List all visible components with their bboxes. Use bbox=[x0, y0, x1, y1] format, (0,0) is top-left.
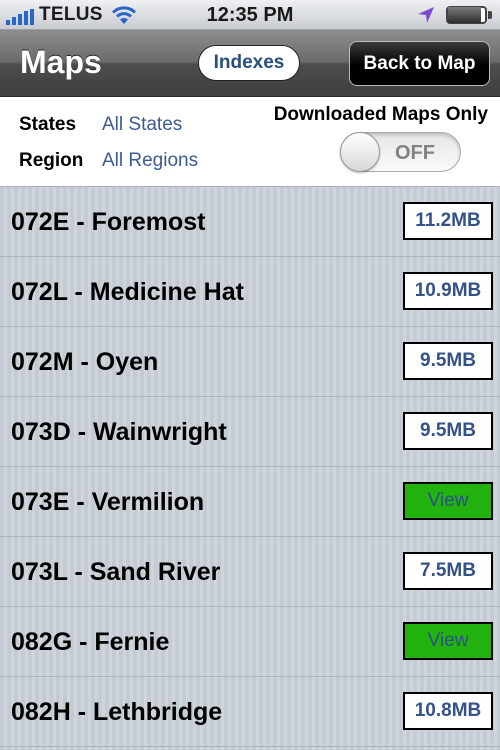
view-map-button[interactable]: View bbox=[403, 482, 493, 520]
map-list-item[interactable]: 072L - Medicine Hat 10.9MB bbox=[0, 257, 500, 327]
map-list-item[interactable]: 073L - Sand River 7.5MB bbox=[0, 537, 500, 607]
region-selector[interactable]: All Regions bbox=[102, 150, 198, 172]
navigation-bar: Maps Indexes Back to Map bbox=[0, 30, 500, 97]
download-size-button[interactable]: 10.8MB bbox=[403, 692, 493, 730]
map-list-item[interactable]: 072E - Foremost 11.2MB bbox=[0, 187, 500, 257]
map-name: 073L - Sand River bbox=[11, 558, 221, 586]
region-label: Region bbox=[19, 150, 84, 171]
map-list[interactable]: 072E - Foremost 11.2MB 072L - Medicine Hat… bbox=[0, 186, 500, 750]
map-name: 072E - Foremost bbox=[11, 208, 206, 236]
status-bar: TELUS 12:35 PM bbox=[0, 0, 500, 30]
indexes-button[interactable]: Indexes bbox=[198, 45, 300, 81]
states-label: States bbox=[19, 114, 77, 135]
map-list-item[interactable]: 073E - Vermilion View bbox=[0, 467, 500, 537]
filter-panel: States All States Region All Regions Dow… bbox=[0, 97, 500, 186]
map-list-item[interactable]: 073D - Wainwright 9.5MB bbox=[0, 397, 500, 467]
location-arrow-icon bbox=[418, 7, 434, 23]
downloaded-only-toggle[interactable]: OFF bbox=[340, 132, 461, 172]
download-size-button[interactable]: 9.5MB bbox=[403, 412, 493, 450]
map-name: 073E - Vermilion bbox=[11, 488, 205, 516]
map-list-item[interactable]: 082H - Lethbridge 10.8MB bbox=[0, 677, 500, 747]
download-size-button[interactable]: 11.2MB bbox=[403, 202, 493, 240]
download-size-button[interactable]: 7.5MB bbox=[403, 552, 493, 590]
back-to-map-button[interactable]: Back to Map bbox=[349, 41, 490, 86]
toggle-knob[interactable] bbox=[340, 132, 380, 172]
toggle-state-text: OFF bbox=[395, 142, 435, 164]
states-selector[interactable]: All States bbox=[102, 114, 182, 136]
map-name: 072M - Oyen bbox=[11, 348, 159, 376]
map-name: 082H - Lethbridge bbox=[11, 698, 223, 726]
download-size-button[interactable]: 10.9MB bbox=[403, 272, 493, 310]
status-bar-right bbox=[416, 5, 492, 25]
downloaded-only-label: Downloaded Maps Only bbox=[273, 104, 488, 125]
view-map-button[interactable]: View bbox=[403, 622, 493, 660]
battery-icon bbox=[446, 5, 492, 25]
map-list-item[interactable]: 072M - Oyen 9.5MB bbox=[0, 327, 500, 397]
map-name: 072L - Medicine Hat bbox=[11, 278, 244, 306]
page-title: Maps bbox=[20, 44, 102, 80]
map-name: 082G - Fernie bbox=[11, 628, 170, 656]
map-name: 073D - Wainwright bbox=[11, 418, 227, 446]
download-size-button[interactable]: 9.5MB bbox=[403, 342, 493, 380]
map-list-item[interactable]: 082G - Fernie View bbox=[0, 607, 500, 677]
